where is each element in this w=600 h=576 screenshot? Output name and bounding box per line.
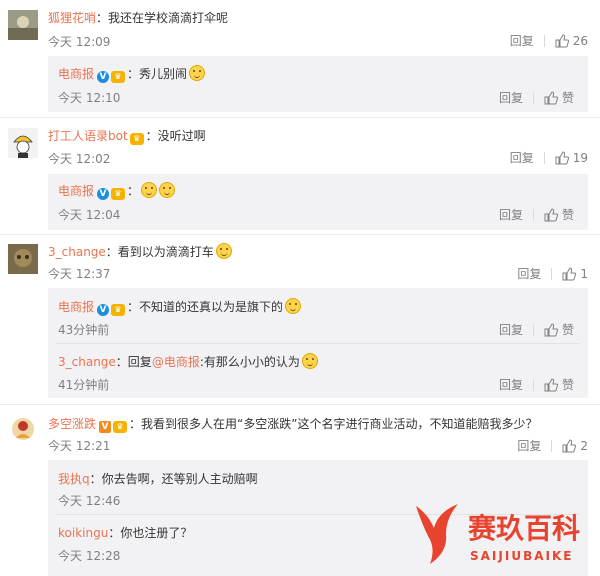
like-button[interactable]: 19 bbox=[555, 151, 588, 165]
reply-button[interactable]: 回复 bbox=[517, 437, 541, 454]
like-button[interactable]: 赞 bbox=[544, 89, 574, 106]
reply-button[interactable]: 回复 bbox=[499, 321, 523, 338]
comment-text: ：没听过啊 bbox=[145, 129, 206, 143]
vip-badge: ♛ bbox=[111, 71, 126, 83]
like-button[interactable]: 赞 bbox=[544, 321, 574, 338]
comment-time: 今天 12:02 bbox=[48, 152, 111, 166]
reply-text: ：不知道的还真以为是旗下的 bbox=[127, 300, 284, 314]
watermark-subtitle: SAIJIUBAIKE bbox=[470, 549, 573, 563]
reply-author[interactable]: 电商报 bbox=[58, 300, 94, 314]
vip-badge: ♛ bbox=[111, 188, 126, 200]
verified-badge: V bbox=[97, 188, 110, 200]
reply-text: ：你也注册了？ bbox=[108, 526, 193, 540]
reply-time: 43分钟前 bbox=[58, 323, 110, 337]
like-button[interactable]: 2 bbox=[562, 439, 588, 453]
like-count: 2 bbox=[580, 438, 588, 453]
avatar[interactable] bbox=[8, 128, 38, 158]
like-button[interactable]: 赞 bbox=[544, 376, 574, 393]
vip-badge: ♛ bbox=[111, 304, 126, 316]
cat-emoji-icon bbox=[141, 182, 158, 198]
laugh-cry-emoji-icon bbox=[215, 243, 232, 259]
reply-button[interactable]: 回复 bbox=[517, 265, 541, 282]
cat-emoji-icon bbox=[159, 182, 176, 198]
comment-author[interactable]: 打工人语录bot bbox=[48, 129, 128, 143]
reply-time: 41分钟前 bbox=[58, 378, 110, 392]
thumbs-up-icon bbox=[562, 266, 577, 280]
like-count: 1 bbox=[580, 266, 588, 281]
reply-button[interactable]: 回复 bbox=[499, 376, 523, 393]
like-count: 26 bbox=[572, 33, 588, 48]
comment-text: ：我还在学校滴滴打伞呢 bbox=[96, 11, 229, 25]
verified-badge: V bbox=[97, 71, 110, 83]
reply-button[interactable]: 回复 bbox=[499, 206, 523, 223]
reply-time: 今天 12:46 bbox=[58, 494, 121, 508]
verified-badge: V bbox=[97, 304, 110, 316]
reply-author[interactable]: 电商报 bbox=[58, 67, 94, 81]
reply-box: 电商报 V ♛ ：不知道的还真以为是旗下的 43分钟前 回复 赞 3_change：回… bbox=[48, 288, 588, 398]
thumbs-up-icon bbox=[544, 322, 558, 336]
verified-badge: V bbox=[99, 421, 112, 433]
laugh-cry-emoji-icon bbox=[301, 353, 318, 369]
watermark-title: 赛玖百科 bbox=[468, 512, 580, 545]
divider bbox=[543, 34, 545, 47]
avatar[interactable] bbox=[8, 244, 38, 274]
avatar[interactable] bbox=[8, 10, 38, 40]
comment-text: ：看到以为滴滴打车 bbox=[105, 245, 214, 259]
thumbs-up-icon bbox=[544, 207, 558, 221]
reply-author[interactable]: 我执q bbox=[58, 472, 90, 486]
comment-time: 今天 12:37 bbox=[48, 267, 111, 281]
reply-time: 今天 12:10 bbox=[58, 91, 121, 105]
reply-box: 电商报 V ♛ ：秀儿别闹 今天 12:10 回复 赞 bbox=[48, 56, 588, 112]
reply-text: :有那么小小的认为 bbox=[199, 355, 300, 369]
like-button[interactable]: 赞 bbox=[544, 206, 574, 223]
comment-author[interactable]: 3_change bbox=[48, 245, 106, 259]
reply-author[interactable]: 3_change bbox=[58, 355, 116, 369]
thumbs-up-icon bbox=[562, 438, 577, 452]
comment-time: 今天 12:21 bbox=[48, 439, 111, 453]
comment-time: 今天 12:09 bbox=[48, 35, 111, 49]
avatar[interactable] bbox=[8, 414, 38, 444]
thumbs-up-icon bbox=[544, 377, 558, 391]
comment-text: ：我看到很多人在用“多空涨跌”这个名字进行商业活动，不知道能赔我多少？ bbox=[129, 417, 538, 431]
thumbs-up-icon bbox=[555, 33, 569, 47]
watermark-logo: 赛玖百科 SAIJIUBAIKE bbox=[408, 494, 598, 574]
laugh-emoji-icon bbox=[189, 65, 206, 81]
thumbs-up-icon bbox=[555, 150, 569, 164]
vip-badge: ♛ bbox=[113, 421, 128, 433]
reply-author[interactable]: 电商报 bbox=[58, 184, 94, 198]
reply-text: ：回复 bbox=[115, 355, 152, 369]
sad-emoji-icon bbox=[285, 298, 302, 314]
reply-time: 今天 12:04 bbox=[58, 208, 121, 222]
comment-author[interactable]: 多空涨跌 bbox=[48, 417, 96, 431]
reply-button[interactable]: 回复 bbox=[510, 149, 534, 166]
comment-author[interactable]: 狐狸花哨 bbox=[48, 11, 96, 25]
comment-1: 狐狸花哨：我还在学校滴滴打伞呢 今天 12:09 回复 26 电商报 V ♛ ：秀儿别… bbox=[0, 0, 600, 118]
reply-text: ：秀儿别闹 bbox=[127, 67, 188, 81]
mention-link[interactable]: @电商报 bbox=[152, 355, 200, 369]
thumbs-up-icon bbox=[544, 90, 558, 104]
reply-author[interactable]: koikingu bbox=[58, 526, 108, 540]
divider bbox=[56, 343, 580, 344]
vip-badge: ♛ bbox=[129, 133, 144, 145]
like-count: 19 bbox=[572, 150, 588, 165]
like-button[interactable]: 26 bbox=[555, 34, 588, 48]
comment-2: 打工人语录bot ♛ ：没听过啊 今天 12:02 回复 19 电商报 V ♛： 今天 … bbox=[0, 118, 600, 236]
reply-button[interactable]: 回复 bbox=[499, 89, 523, 106]
reply-text: ：你去告啊，还等别人主动赔啊 bbox=[89, 472, 258, 486]
reply-time: 今天 12:28 bbox=[58, 549, 121, 563]
comment-3: 3_change：看到以为滴滴打车 今天 12:37 回复 1 电商报 V ♛ ：不知… bbox=[0, 234, 600, 404]
reply-text: ： bbox=[127, 184, 140, 198]
reply-button[interactable]: 回复 bbox=[510, 32, 534, 49]
like-button[interactable]: 1 bbox=[562, 267, 588, 281]
reply-box: 电商报 V ♛： 今天 12:04 回复 赞 bbox=[48, 174, 588, 230]
